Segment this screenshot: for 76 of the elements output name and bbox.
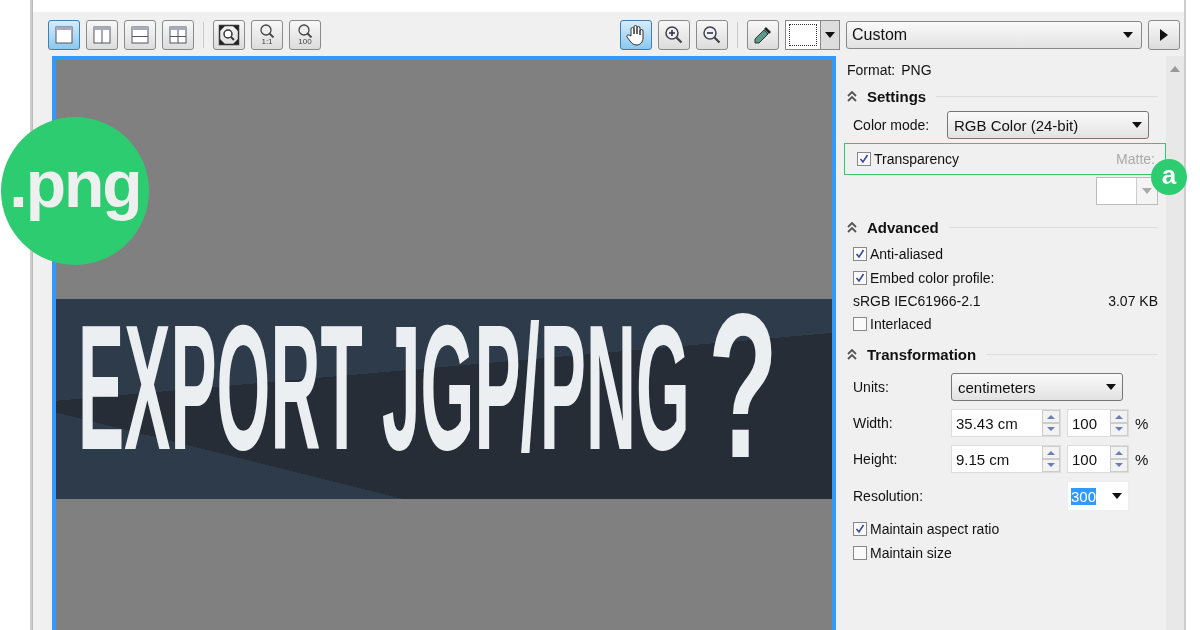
spinner-icon[interactable]	[1042, 446, 1060, 472]
zoom-button[interactable]: 1:1	[251, 20, 283, 50]
units-dropdown[interactable]: centimeters	[951, 373, 1123, 401]
field-label: Width:	[853, 415, 894, 431]
more-button[interactable]	[1148, 20, 1180, 50]
checkbox[interactable]	[857, 152, 871, 166]
format-value: PNG	[901, 62, 932, 78]
matte-color-picker[interactable]	[1096, 177, 1158, 205]
view-layout-button[interactable]	[86, 20, 118, 50]
caret-icon	[825, 32, 835, 38]
collapse-icon[interactable]	[847, 222, 857, 233]
background-color-picker[interactable]	[785, 20, 840, 50]
checkbox[interactable]	[853, 522, 867, 536]
width-percent-field[interactable]: 100	[1067, 409, 1129, 437]
view-layout-button[interactable]	[48, 20, 80, 50]
checkbox-label: Maintain aspect ratio	[870, 521, 1000, 537]
magnifier-icon	[259, 24, 275, 38]
percent-sign: %	[1135, 414, 1150, 432]
tool-button[interactable]	[620, 20, 652, 50]
spinner-icon[interactable]	[1110, 410, 1128, 436]
field-label: Resolution:	[853, 488, 925, 504]
width-field[interactable]: 35.43 cm	[951, 409, 1061, 437]
zoom-out-icon	[702, 25, 722, 45]
tool-button[interactable]	[658, 20, 690, 50]
view-layout-button[interactable]	[124, 20, 156, 50]
zoom-level-label: 1:1	[261, 38, 273, 46]
window-layout-icon	[168, 26, 188, 44]
caret-icon	[1132, 122, 1142, 128]
field-label: Units:	[853, 379, 890, 395]
caret-icon	[1112, 493, 1122, 499]
color-profile-name: sRGB IEC61966-2.1	[853, 293, 981, 309]
checkbox[interactable]	[853, 317, 867, 331]
section-title: Advanced	[867, 219, 939, 236]
zoom-button[interactable]	[213, 20, 245, 50]
window-layout-icon	[54, 26, 74, 44]
field-label: Height:	[853, 451, 899, 467]
section-title: Settings	[867, 88, 927, 105]
hand-icon	[626, 24, 646, 46]
magnifier-icon	[297, 24, 313, 38]
field-label: Color mode:	[853, 117, 931, 133]
tool-button[interactable]	[696, 20, 728, 50]
caret-icon	[1106, 384, 1116, 390]
file-size: 3.07 KB	[1108, 293, 1158, 309]
window-layout-icon	[92, 26, 112, 44]
zoom-in-icon	[664, 25, 684, 45]
checkbox[interactable]	[853, 546, 867, 560]
eyedropper-icon	[753, 25, 773, 45]
format-label: Format:	[847, 62, 896, 78]
spinner-icon[interactable]	[1042, 410, 1060, 436]
section-title: Transformation	[867, 346, 977, 363]
collapse-icon[interactable]	[847, 91, 857, 102]
zoom-level-label: 100	[298, 38, 312, 46]
preset-dropdown[interactable]: Custom	[846, 21, 1142, 49]
collapse-icon[interactable]	[847, 349, 857, 360]
caret-icon	[1123, 32, 1133, 38]
view-layout-button[interactable]	[162, 20, 194, 50]
caret-icon	[1142, 188, 1152, 194]
percent-sign: %	[1135, 450, 1150, 468]
checkbox-label: Interlaced	[870, 316, 932, 332]
height-percent-field[interactable]: 100	[1067, 445, 1129, 473]
banner-headline: EXPORT JGP/PNG	[78, 299, 690, 477]
play-arrow-icon	[1160, 29, 1168, 41]
checkbox-label: Anti-aliased	[870, 246, 944, 262]
checkbox-label: Maintain size	[870, 545, 952, 561]
checkbox-label: Transparency	[874, 151, 960, 167]
checkbox[interactable]	[853, 247, 867, 261]
zoom-button[interactable]: 100	[289, 20, 321, 50]
checkbox[interactable]	[853, 271, 867, 285]
banner-question-mark: ?	[708, 299, 778, 489]
color-mode-dropdown[interactable]: RGB Color (24-bit)	[947, 111, 1149, 139]
checkbox-label: Embed color profile:	[870, 270, 995, 286]
height-field[interactable]: 9.15 cm	[951, 445, 1061, 473]
window-layout-icon	[130, 26, 150, 44]
fit-to-window-icon	[218, 24, 240, 46]
spinner-icon[interactable]	[1110, 446, 1128, 472]
eyedropper-button[interactable]	[747, 20, 779, 50]
